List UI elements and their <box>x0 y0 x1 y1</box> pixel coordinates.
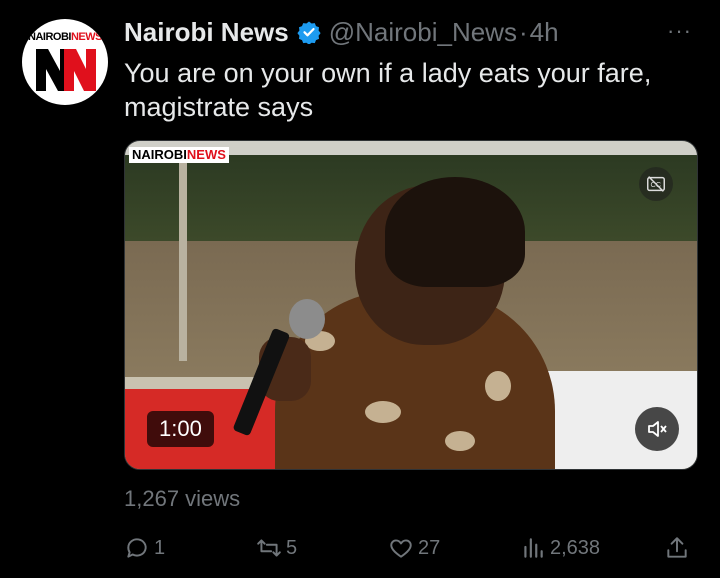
like-count: 27 <box>418 536 441 559</box>
verified-badge-icon <box>297 21 321 44</box>
captions-button[interactable]: CC <box>639 167 673 201</box>
bar-chart-icon <box>524 538 543 558</box>
reply-count: 1 <box>154 536 166 559</box>
repost-button[interactable]: 5 <box>256 530 297 566</box>
reply-button[interactable]: 1 <box>124 530 165 566</box>
tweet-text: You are on your own if a lady eats your … <box>124 58 652 122</box>
repost-icon <box>257 539 281 557</box>
video-scene-hair <box>385 177 525 287</box>
share-button[interactable] <box>664 530 694 566</box>
watermark-part1: NAIROBI <box>132 147 187 162</box>
video-player[interactable]: NAIROBINEWS CC 1:00 <box>124 140 698 470</box>
mute-button[interactable] <box>635 407 679 451</box>
header-separator: · <box>518 16 528 47</box>
account-name[interactable]: Nairobi News <box>124 17 289 48</box>
heart-icon <box>390 539 412 558</box>
avatar[interactable]: NAIROBINEWS <box>22 19 108 105</box>
speaker-muted-icon <box>648 421 667 437</box>
closed-captions-off-icon: CC <box>647 176 665 192</box>
analytics-count: 2,638 <box>550 536 601 559</box>
video-scene-mic-head <box>289 299 325 339</box>
share-icon <box>667 537 687 558</box>
video-scene-pole <box>179 161 187 361</box>
action-bar: 1 5 27 2,638 <box>124 530 694 566</box>
more-options-button[interactable]: ··· <box>667 20 692 42</box>
view-count: 1,267 views <box>124 486 241 511</box>
like-button[interactable]: 27 <box>388 530 440 566</box>
analytics-button[interactable]: 2,638 <box>520 530 600 566</box>
nn-logo-icon <box>36 49 96 91</box>
account-handle[interactable]: @Nairobi_News <box>329 17 517 48</box>
video-duration: 1:00 <box>147 411 214 447</box>
repost-count: 5 <box>286 536 298 559</box>
more-options-icon: ··· <box>667 18 692 43</box>
video-watermark: NAIROBINEWS <box>129 147 229 163</box>
tweet-header: Nairobi News @Nairobi_News · 4h <box>124 16 559 48</box>
reply-icon <box>127 538 147 558</box>
watermark-part2: NEWS <box>186 147 226 162</box>
timestamp[interactable]: 4h <box>530 17 559 48</box>
